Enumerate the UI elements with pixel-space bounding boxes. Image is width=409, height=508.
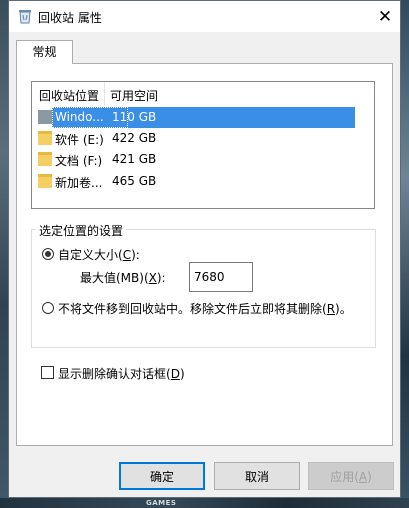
list-item[interactable]: 软件 (E:) 422 GB — [32, 128, 374, 149]
tab-general-label: 常规 — [32, 45, 57, 59]
column-divider[interactable] — [104, 82, 105, 106]
list-item[interactable]: 文档 (F:) 421 GB — [32, 149, 374, 170]
show-delete-confirmation-checkbox[interactable] — [41, 366, 54, 379]
ok-button[interactable]: 确定 — [119, 462, 205, 490]
column-header-location[interactable]: 回收站位置 — [39, 87, 99, 104]
max-size-label: 最大值(MB)(X): — [80, 271, 166, 285]
recycle-bin-location-list[interactable]: 回收站位置 可用空间 Windo... 110 GB 软件 (E:) 422 G… — [31, 81, 375, 209]
folder-icon — [38, 174, 52, 188]
ok-button-label: 确定 — [149, 469, 174, 484]
desktop-background-bottom — [0, 498, 409, 508]
folder-icon — [38, 131, 52, 145]
apply-button-label: 应用(A) — [330, 469, 372, 484]
close-icon: ✕ — [377, 6, 393, 27]
desktop-background-right — [401, 0, 409, 508]
close-button[interactable]: ✕ — [370, 1, 400, 32]
free-space: 465 GB — [112, 174, 157, 188]
custom-size-radio[interactable] — [42, 248, 54, 260]
list-item[interactable]: Windo... 110 GB — [32, 107, 374, 128]
title-bar[interactable]: 回收站 属性 ✕ — [9, 1, 400, 32]
location-name: 文档 (F:) — [55, 154, 103, 168]
drive-icon — [38, 110, 52, 124]
list-header: 回收站位置 可用空间 — [32, 82, 374, 107]
free-space: 422 GB — [112, 131, 157, 145]
window-title: 回收站 属性 — [38, 11, 102, 25]
folder-icon — [38, 152, 52, 166]
location-name: Windo... — [55, 110, 104, 124]
recycle-bin-icon — [19, 10, 31, 24]
apply-button[interactable]: 应用(A) — [308, 462, 394, 490]
tab-general[interactable]: 常规 — [16, 40, 73, 64]
group-title: 选定位置的设置 — [36, 222, 127, 239]
delete-immediately-radio[interactable] — [42, 302, 54, 314]
list-item[interactable]: 新加卷... 465 GB — [32, 171, 374, 192]
desktop-background-left — [0, 0, 8, 508]
custom-size-label[interactable]: 自定义大小(C): — [58, 246, 140, 263]
max-size-input[interactable] — [189, 262, 253, 292]
location-name: 新加卷... — [55, 176, 103, 190]
location-name: 软件 (E:) — [55, 133, 104, 147]
cancel-button[interactable]: 取消 — [214, 462, 300, 490]
free-space: 110 GB — [112, 110, 157, 124]
column-header-free-space[interactable]: 可用空间 — [110, 87, 158, 104]
delete-immediately-label[interactable]: 不将文件移到回收站中。移除文件后立即将其删除(R)。 — [58, 300, 352, 317]
show-delete-confirmation-label[interactable]: 显示删除确认对话框(D) — [58, 365, 185, 382]
cancel-button-label: 取消 — [244, 469, 269, 484]
free-space: 421 GB — [112, 152, 157, 166]
background-games-text: GAMES — [146, 499, 177, 507]
